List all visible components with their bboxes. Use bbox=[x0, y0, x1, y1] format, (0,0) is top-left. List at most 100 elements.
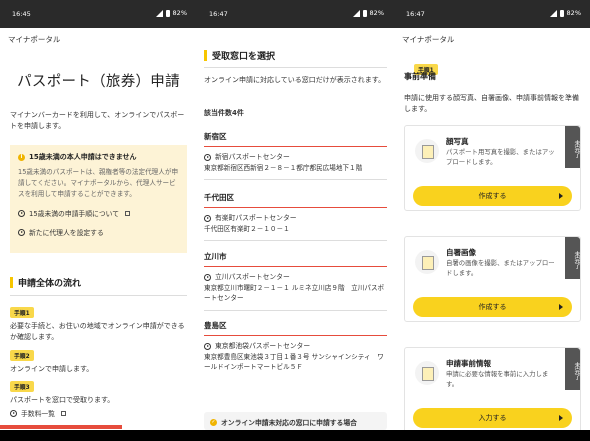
divider bbox=[204, 179, 387, 180]
office-option[interactable]: 立川パスポートセンター 東京都立川市曙町２－１－１ ルミネ立川店９階 立川パスポ… bbox=[204, 272, 387, 304]
app-bar: マイナポータル bbox=[394, 28, 590, 48]
ward-name: 新宿区 bbox=[204, 131, 387, 147]
battery-level: 82% bbox=[369, 9, 384, 17]
office-option[interactable]: 新宿パスポートセンター 東京都新宿区西新宿２－８－１都庁都民広場地下１階 bbox=[204, 152, 387, 173]
screen-preparation: 16:47 82% マイナポータル 手順1 事前準備 申請に使用する顔写真、自署… bbox=[394, 0, 590, 441]
status-time: 16:47 bbox=[209, 10, 228, 18]
divider bbox=[10, 295, 187, 296]
step-badge: 手順3 bbox=[10, 381, 34, 392]
radio-arrow-icon bbox=[204, 153, 211, 161]
ward-chiyoda: 千代田区 有楽町パスポートセンター 千代田区有楽町２－１０－１ bbox=[204, 192, 387, 241]
section-accent-bar bbox=[10, 277, 13, 288]
offline-office-expander[interactable]: ✓ オンライン申請未対応の窓口に申請する場合 bbox=[204, 412, 387, 430]
play-circle-icon bbox=[10, 409, 17, 417]
divider bbox=[204, 67, 387, 68]
external-link-icon bbox=[60, 410, 66, 416]
step-text: 必要な手続と、お住いの地域でオンライン申請ができるか確認します。 bbox=[10, 322, 185, 341]
status-time: 16:47 bbox=[406, 10, 425, 18]
enter-info-button[interactable]: 入力する bbox=[413, 408, 572, 428]
card-face-photo: 顔写真 パスポート用写真を撮影、またはアップロードします。 未完了 作成する bbox=[404, 125, 581, 211]
portrait-photo-icon bbox=[415, 139, 439, 163]
card-pre-application-info: 申請事前情報 申請に必要な情報を事前に入力します。 未完了 入力する bbox=[404, 347, 581, 433]
page-heading: 受取窓口を選択 bbox=[212, 52, 276, 62]
ward-toshima: 豊島区 東京都池袋パスポートセンター 東京都豊島区東池袋３丁目１番３号 サンシャ… bbox=[204, 320, 387, 373]
signal-icon bbox=[352, 9, 360, 17]
section-heading: 申請全体の流れ bbox=[18, 279, 82, 289]
card-title: 自署画像 bbox=[446, 248, 476, 257]
status-bar: 16:45 82% bbox=[0, 0, 197, 28]
office-address: 東京都豊島区東池袋３丁目１番３号 サンシャインシティ ワールドインポートマートビ… bbox=[204, 352, 384, 372]
office-option[interactable]: 有楽町パスポートセンター 千代田区有楽町２－１０－１ bbox=[204, 213, 387, 234]
office-name: 有楽町パスポートセンター bbox=[215, 214, 297, 222]
progress-indicator bbox=[0, 425, 122, 429]
card-title: 申請事前情報 bbox=[446, 359, 491, 368]
intro-text: マイナンバーカードを利用して、オンラインでパスポートを申請します。 bbox=[10, 111, 185, 130]
link-label: 15歳未満の申請手順について bbox=[29, 210, 120, 218]
status-bar: 16:47 82% bbox=[394, 0, 590, 28]
button-label: 作成する bbox=[478, 303, 507, 311]
check-icon: ✓ bbox=[210, 418, 217, 426]
page-heading-row: 受取窓口を選択 bbox=[204, 49, 387, 68]
system-nav-bar bbox=[0, 430, 197, 441]
notice-title: 15歳未満の本人申請はできません bbox=[29, 153, 137, 161]
expander-label: オンライン申請未対応の窓口に申請する場合 bbox=[221, 419, 357, 427]
step-text: パスポートを窓口で受取ります。 bbox=[10, 396, 115, 404]
create-signature-button[interactable]: 作成する bbox=[413, 297, 572, 317]
step-3: 手順3 パスポートを窓口で受取ります。 bbox=[10, 374, 187, 406]
result-count: 該当件数4件 bbox=[204, 109, 244, 117]
status-time: 16:45 bbox=[12, 10, 31, 18]
signature-icon bbox=[415, 250, 439, 274]
step-1: 手順1 必要な手続と、お住いの地域でオンライン申請ができるか確認します。 bbox=[10, 300, 187, 343]
ward-name: 豊島区 bbox=[204, 320, 387, 336]
office-address: 千代田区有楽町２－１０－１ bbox=[204, 224, 290, 233]
external-link-icon bbox=[125, 210, 131, 216]
step-badge: 手順2 bbox=[10, 350, 34, 361]
system-nav-bar bbox=[394, 430, 590, 441]
create-face-photo-button[interactable]: 作成する bbox=[413, 186, 572, 206]
radio-arrow-icon bbox=[204, 214, 211, 222]
ward-name: 立川市 bbox=[204, 251, 387, 267]
flow-section: 申請全体の流れ bbox=[10, 276, 187, 296]
arrow-right-icon bbox=[559, 304, 563, 310]
app-bar-title: マイナポータル bbox=[402, 35, 455, 44]
divider bbox=[204, 240, 387, 241]
office-name: 立川パスポートセンター bbox=[215, 273, 290, 281]
form-document-icon bbox=[415, 361, 439, 385]
ward-name: 千代田区 bbox=[204, 192, 387, 208]
screen-passport-application: 16:45 82% マイナポータル パスポート（旅券）申請 マイナンバーカードを… bbox=[0, 0, 197, 441]
link-set-proxy[interactable]: 新たに代理人を設定する bbox=[18, 227, 179, 237]
status-badge: 未完了 bbox=[565, 126, 580, 168]
status-badge: 未完了 bbox=[565, 348, 580, 390]
intro-text: オンライン申請に対応している窓口だけが表示されます。 bbox=[204, 76, 386, 84]
signal-icon bbox=[155, 9, 163, 17]
status-badge: 未完了 bbox=[565, 237, 580, 279]
arrow-right-icon bbox=[559, 415, 563, 421]
play-circle-icon bbox=[18, 209, 25, 217]
link-under15-procedure[interactable]: 15歳未満の申請手順について bbox=[18, 208, 179, 218]
office-option[interactable]: 東京都池袋パスポートセンター 東京都豊島区東池袋３丁目１番３号 サンシャインシテ… bbox=[204, 341, 387, 373]
card-title: 顔写真 bbox=[446, 137, 469, 146]
link-fee-list[interactable]: 手数料一覧 bbox=[10, 408, 197, 418]
step-2: 手順2 オンラインで申請します。 bbox=[10, 343, 187, 375]
office-address: 東京都立川市曙町２－１－１ ルミネ立川店９階 立川パスポートセンター bbox=[204, 283, 385, 303]
card-description: 申請に必要な情報を事前に入力します。 bbox=[446, 370, 549, 388]
step-badge: 手順1 bbox=[10, 307, 34, 318]
radio-arrow-icon bbox=[204, 273, 211, 281]
system-nav-bar bbox=[197, 430, 394, 441]
notice-body: 15歳未満のパスポートは、親権者等の法定代理人が申請してください。マイナポータル… bbox=[18, 168, 179, 198]
battery-icon bbox=[362, 9, 367, 17]
screen-select-office: 16:47 82% 受取窓口を選択 オンライン申請に対応している窓口だけが表示さ… bbox=[197, 0, 394, 441]
notice-box: i 15歳未満の本人申請はできません 15歳未満のパスポートは、親権者等の法定代… bbox=[10, 145, 187, 253]
play-circle-icon bbox=[18, 228, 25, 236]
battery-icon bbox=[165, 9, 170, 17]
radio-arrow-icon bbox=[204, 342, 211, 350]
link-label: 新たに代理人を設定する bbox=[29, 229, 104, 237]
ward-tachikawa: 立川市 立川パスポートセンター 東京都立川市曙町２－１－１ ルミネ立川店９階 立… bbox=[204, 251, 387, 311]
divider bbox=[204, 309, 387, 311]
arrow-right-icon bbox=[559, 193, 563, 199]
office-address: 東京都新宿区西新宿２－８－１都庁都民広場地下１階 bbox=[204, 163, 363, 172]
link-label: 手数料一覧 bbox=[21, 410, 55, 418]
step-title: 事前準備 bbox=[404, 72, 436, 81]
card-signature: 自署画像 自署の画像を撮影、またはアップロードします。 未完了 作成する bbox=[404, 236, 581, 322]
info-icon: i bbox=[18, 153, 25, 161]
